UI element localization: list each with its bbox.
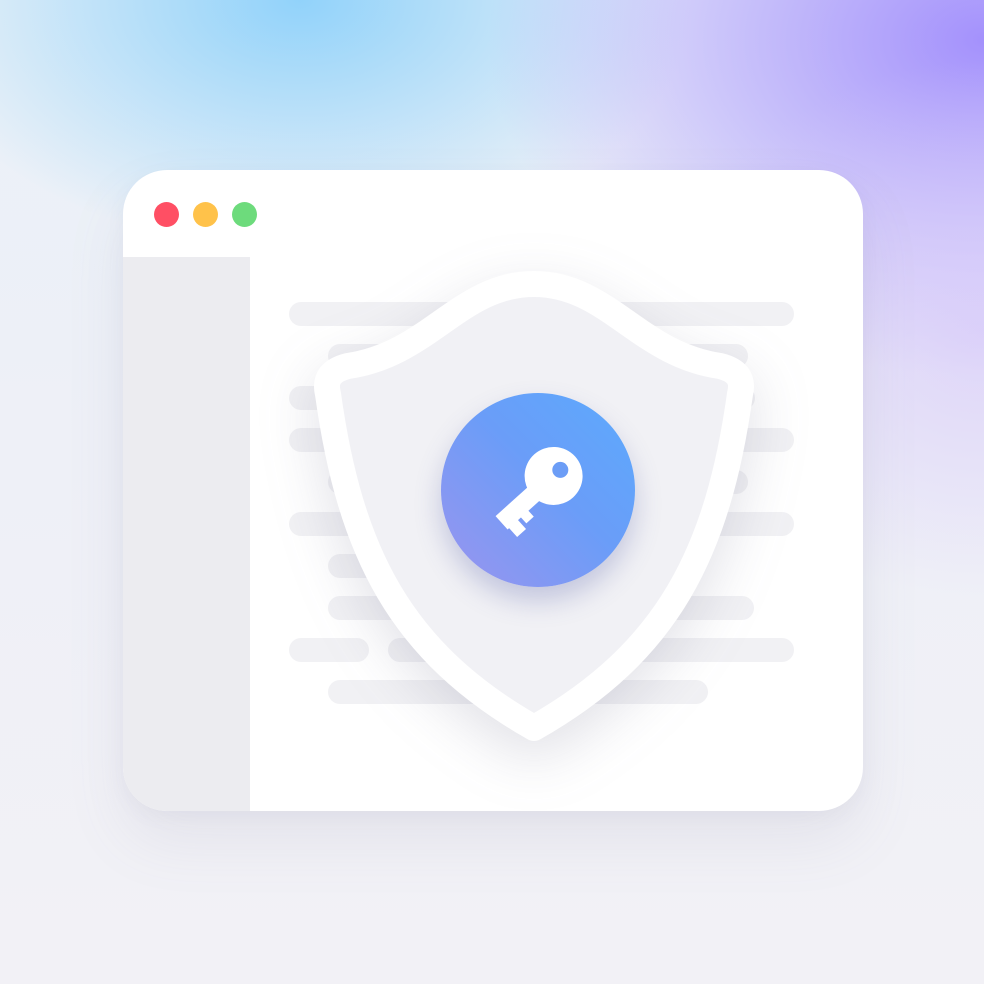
key-badge bbox=[441, 393, 635, 587]
close-window-button[interactable] bbox=[154, 202, 179, 227]
window-titlebar bbox=[123, 170, 863, 257]
key-icon bbox=[495, 446, 583, 538]
minimize-window-button[interactable] bbox=[193, 202, 218, 227]
sidebar-panel bbox=[123, 257, 250, 811]
maximize-window-button[interactable] bbox=[232, 202, 257, 227]
